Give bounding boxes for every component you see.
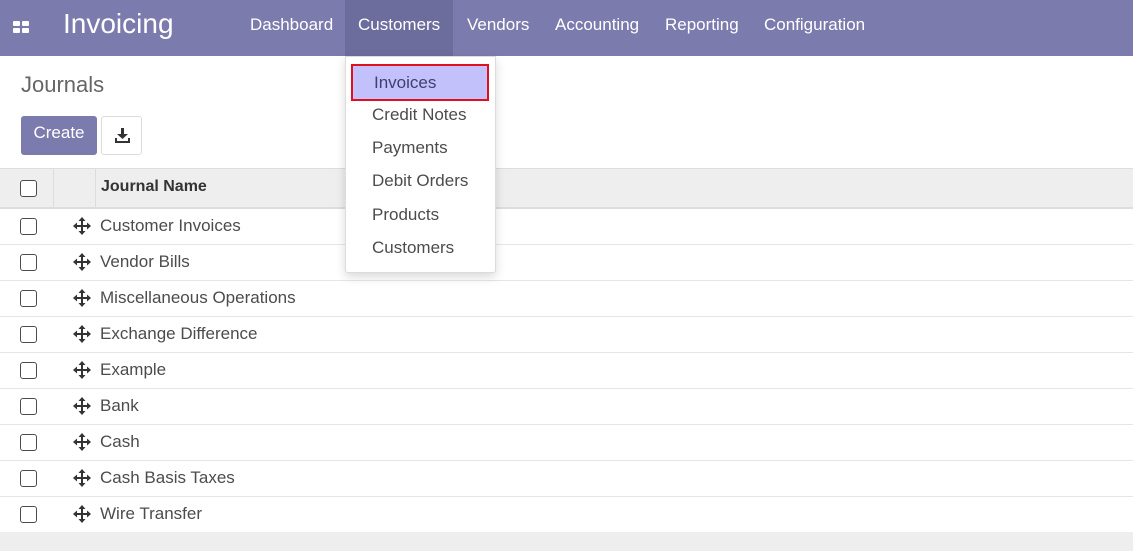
row-checkbox[interactable] (20, 290, 37, 307)
journal-name-cell: Example (100, 360, 167, 379)
dropdown-item-credit-notes[interactable]: Credit Notes (346, 98, 495, 131)
move-handle-icon[interactable] (73, 325, 91, 343)
move-handle-icon[interactable] (73, 253, 91, 271)
journal-name-cell: Wire Transfer (100, 504, 203, 523)
menu-dashboard[interactable]: Dashboard (237, 0, 346, 56)
select-all-checkbox[interactable] (20, 180, 37, 197)
row-checkbox[interactable] (20, 506, 37, 523)
row-checkbox[interactable] (20, 398, 37, 415)
row-checkbox[interactable] (20, 434, 37, 451)
journal-name-cell: Vendor Bills (100, 252, 190, 271)
dropdown-item-customers[interactable]: Customers (346, 231, 495, 264)
move-handle-icon[interactable] (73, 289, 91, 307)
app-title: Invoicing (63, 8, 174, 39)
download-button[interactable] (101, 116, 142, 155)
menu-vendors[interactable]: Vendors (454, 0, 542, 56)
journal-name-cell: Exchange Difference (100, 324, 258, 343)
select-all-cell (0, 169, 54, 208)
row-checkbox[interactable] (20, 326, 37, 343)
table-row[interactable]: Example (0, 353, 1133, 389)
table-footer (0, 532, 1133, 551)
move-handle-icon[interactable] (73, 505, 91, 523)
move-handle-icon[interactable] (73, 361, 91, 379)
download-icon (115, 128, 130, 143)
move-handle-icon[interactable] (73, 433, 91, 451)
menu-reporting[interactable]: Reporting (652, 0, 752, 56)
table-header: Journal Name (0, 168, 1133, 209)
menu-accounting[interactable]: Accounting (542, 0, 652, 56)
handle-column-header (54, 169, 96, 208)
menu-configuration[interactable]: Configuration (751, 0, 878, 56)
move-handle-icon[interactable] (73, 469, 91, 487)
table-row[interactable]: Wire Transfer (0, 497, 1133, 533)
journal-name-cell: Customer Invoices (100, 216, 241, 235)
table-row[interactable]: Exchange Difference (0, 317, 1133, 353)
move-handle-icon[interactable] (73, 397, 91, 415)
table-row[interactable]: Cash (0, 425, 1133, 461)
journal-name-cell: Miscellaneous Operations (100, 288, 296, 307)
journal-name-cell: Cash Basis Taxes (100, 468, 235, 487)
apps-menu-icon[interactable] (9, 14, 35, 40)
journal-name-cell: Bank (100, 396, 139, 415)
journal-name-cell: Cash (100, 432, 140, 451)
table-row[interactable]: Miscellaneous Operations (0, 281, 1133, 317)
row-checkbox[interactable] (20, 470, 37, 487)
dropdown-item-debit-orders[interactable]: Debit Orders (346, 164, 495, 197)
table-row[interactable]: Vendor Bills (0, 245, 1133, 281)
column-header-journal-name[interactable]: Journal Name (101, 178, 207, 196)
dropdown-item-invoices[interactable]: Invoices (351, 64, 489, 101)
menu-customers[interactable]: Customers (345, 0, 453, 56)
dropdown-item-payments[interactable]: Payments (346, 131, 495, 164)
row-checkbox[interactable] (20, 254, 37, 271)
table-row[interactable]: Customer Invoices (0, 209, 1133, 245)
customers-dropdown-menu: Invoices Credit Notes Payments Debit Ord… (345, 56, 496, 273)
table-row[interactable]: Bank (0, 389, 1133, 425)
dropdown-item-products[interactable]: Products (346, 198, 495, 231)
move-handle-icon[interactable] (73, 217, 91, 235)
create-button[interactable]: Create (21, 116, 97, 155)
row-checkbox[interactable] (20, 362, 37, 379)
table-row[interactable]: Cash Basis Taxes (0, 461, 1133, 497)
breadcrumb-title: Journals (21, 72, 105, 97)
top-navbar: Invoicing Dashboard Customers Vendors Ac… (0, 0, 1133, 56)
row-checkbox[interactable] (20, 218, 37, 235)
